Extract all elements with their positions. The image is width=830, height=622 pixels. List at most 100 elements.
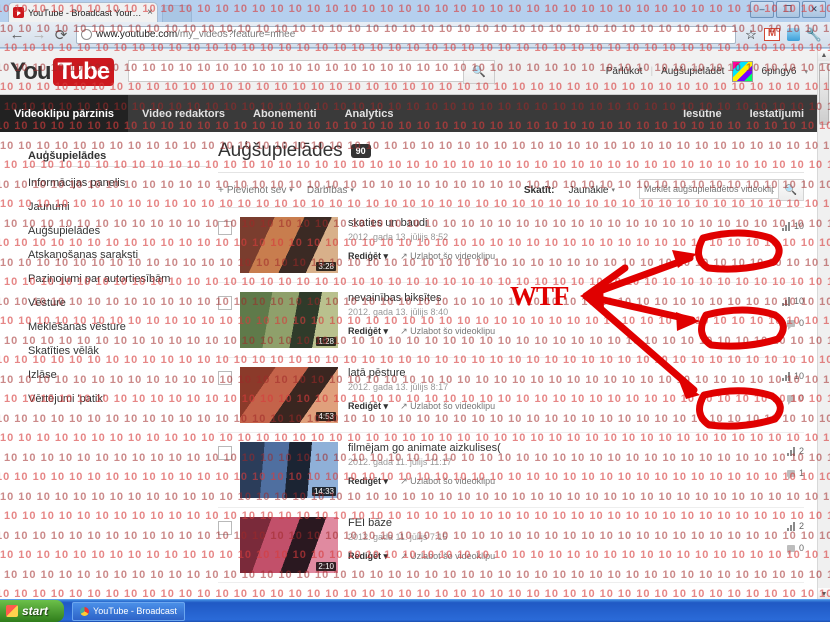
comments-stat[interactable]: 0	[786, 393, 804, 405]
bookmark-star-icon[interactable]: ☆	[741, 25, 761, 45]
add-to-button[interactable]: + Pievienot sev ▾	[218, 185, 293, 196]
views-count: 10	[793, 221, 804, 231]
view-select[interactable]: Jaunākie ▾	[568, 185, 615, 196]
row-checkbox[interactable]	[218, 221, 232, 235]
sidebar-item-dashboard[interactable]: Informācijas panelis	[28, 171, 218, 195]
start-button[interactable]: start	[0, 600, 65, 622]
edit-button[interactable]: Rediģēt ▾	[348, 476, 388, 487]
enhance-button[interactable]: ↗ Uzlabot šo videoklipu	[400, 251, 495, 262]
edit-button[interactable]: Rediģēt ▾	[348, 401, 388, 412]
nav-item-settings[interactable]: Iestatījumi	[736, 95, 818, 132]
sidebar-item-favorites[interactable]: Izlāse	[28, 363, 218, 387]
masthead-divider: |	[650, 66, 654, 77]
row-checkbox[interactable]	[218, 521, 232, 535]
page-scrollbar[interactable]: ▲ ▼	[817, 49, 830, 600]
taskbar-item-youtube[interactable]: YouTube - Broadcast	[72, 601, 185, 621]
sidebar-item-label: Informācijas panelis	[28, 177, 126, 189]
reload-icon[interactable]: ⟳	[50, 24, 72, 46]
edit-button[interactable]: Rediģēt ▾	[348, 551, 388, 562]
nav-label: Videoklipu pārzinis	[14, 107, 115, 120]
site-search-input[interactable]	[128, 59, 464, 82]
table-row[interactable]: 2:10 FEI bāze 2012. gada 11. jūlijs 7:15…	[218, 508, 804, 583]
scrollbar-thumb[interactable]	[819, 63, 829, 125]
gmail-extension-icon[interactable]: M	[762, 25, 782, 45]
video-title[interactable]: latā pēsture	[348, 367, 708, 379]
address-bar[interactable]: www.youtube.com/my_videos?feature=mhee	[76, 25, 736, 44]
enhance-button[interactable]: ↗ Uzlabot šo videoklipu	[400, 401, 495, 412]
tab-close-icon[interactable]: ×	[147, 7, 153, 18]
youtube-logo[interactable]: You Tube	[10, 57, 115, 86]
video-title[interactable]: FEI bāze	[348, 517, 708, 529]
list-search-input[interactable]	[639, 179, 779, 199]
actions-button[interactable]: Darbības ▾	[307, 185, 354, 196]
chevron-down-icon[interactable]: ▾	[804, 68, 808, 76]
enhance-button[interactable]: ↗ Uzlabot šo videoklipu	[400, 326, 495, 337]
content-area: Auģšupielādes 90 + Pievienot sev ▾ Darbī…	[218, 132, 818, 600]
comment-icon	[786, 469, 795, 480]
views-stat[interactable]: 2	[786, 521, 804, 531]
row-checkbox[interactable]	[218, 371, 232, 385]
chevron-down-icon: ▾	[611, 187, 615, 194]
edit-button[interactable]: Rediģēt ▾	[348, 326, 388, 337]
forward-icon[interactable]: →	[28, 24, 50, 46]
edit-button[interactable]: Rediģēt ▾	[348, 251, 388, 262]
sidebar-item-copyright-notices[interactable]: Paziņojumi par autortiesībām	[28, 267, 218, 291]
sidebar-item-watch-later[interactable]: Skatīties vēlāk	[28, 339, 218, 363]
comments-count: 0	[798, 318, 804, 328]
comments-stat[interactable]: 1	[786, 468, 804, 480]
extension-icon[interactable]	[783, 25, 803, 45]
site-search-button[interactable]: 🔍	[463, 59, 496, 84]
sidebar-item-search-history[interactable]: Meklēšanas vēsture	[28, 315, 218, 339]
sidebar-item-likes[interactable]: Vērtējumi 'patik'	[28, 387, 218, 411]
video-thumbnail[interactable]: 14:33	[240, 442, 338, 498]
views-stat[interactable]: 2	[786, 446, 804, 456]
username-label[interactable]: 6pingy6	[761, 66, 796, 77]
views-stat[interactable]: 10	[781, 221, 804, 231]
comments-stat[interactable]: 0	[786, 543, 804, 555]
video-title[interactable]: filmējam go animate aizkulises(	[348, 442, 708, 454]
page-viewport: You Tube 🔍 Pārlūkot | Auģšupielādēt 6pin…	[0, 49, 830, 600]
row-checkbox[interactable]	[218, 446, 232, 460]
comments-stat[interactable]: 0	[786, 318, 804, 330]
enhance-button[interactable]: ↗ Uzlabot šo videoklipu	[400, 551, 495, 562]
nav-item-video-manager[interactable]: Videoklipu pārzinis	[0, 95, 129, 132]
nav-item-subscriptions[interactable]: Abonementi	[239, 95, 331, 132]
sidebar-item-playlists[interactable]: Atskaņošanas saraksti	[28, 243, 218, 267]
video-thumbnail[interactable]: 3:28	[240, 217, 338, 273]
upload-link[interactable]: Auģšupielādēt	[661, 66, 724, 77]
minimize-button[interactable]: –	[750, 1, 774, 18]
new-tab-button[interactable]	[162, 5, 192, 23]
enhance-button[interactable]: ↗ Uzlabot šo videoklipu	[400, 476, 495, 487]
browser-tab-youtube[interactable]: YouTube - Broadcast Yourself ×	[8, 2, 158, 22]
views-stat[interactable]: 10	[781, 296, 804, 306]
close-window-button[interactable]: ✕	[802, 1, 826, 18]
views-stat[interactable]: 10	[781, 371, 804, 381]
table-row[interactable]: 14:33 filmējam go animate aizkulises( 20…	[218, 433, 804, 508]
nav-item-inbox[interactable]: Iesūtne	[669, 95, 736, 132]
video-thumbnail[interactable]: 2:10	[240, 517, 338, 573]
video-thumbnail[interactable]: 1:28	[240, 292, 338, 348]
sidebar-item-history[interactable]: Vēsture	[28, 291, 218, 315]
row-checkbox[interactable]	[218, 296, 232, 310]
bar-chart-icon	[786, 521, 795, 531]
nav-item-analytics[interactable]: Analytics	[331, 95, 408, 132]
wrench-menu-icon[interactable]: 🔧	[804, 25, 824, 45]
table-row[interactable]: 3:28 skaties un baudi 2012. gada 13. jūl…	[218, 208, 804, 283]
video-meta: latā pēsture 2012. gada 13. jūlijs 8:17 …	[338, 367, 708, 423]
maximize-button[interactable]: ❐	[776, 1, 800, 18]
video-title[interactable]: skaties un baudi	[348, 217, 708, 229]
scroll-up-icon[interactable]: ▲	[818, 49, 830, 61]
nav-label: Iesūtne	[683, 107, 722, 120]
sidebar-item-uploads[interactable]: Auģšupielādes	[28, 219, 218, 243]
avatar[interactable]	[732, 61, 754, 82]
sidebar-item-news[interactable]: Jaunumi	[28, 195, 218, 219]
browse-link[interactable]: Pārlūkot	[606, 66, 643, 77]
sidebar: Auģšupielādes Informācijas panelis Jaunu…	[0, 132, 218, 600]
table-row[interactable]: 4:53 latā pēsture 2012. gada 13. jūlijs …	[218, 358, 804, 433]
back-icon[interactable]: ←	[6, 24, 28, 46]
list-search-button[interactable]: 🔍	[779, 179, 804, 201]
add-to-label: Pievienot sev	[226, 184, 287, 196]
nav-item-video-editor[interactable]: Video redaktors	[128, 95, 239, 132]
comment-icon	[786, 394, 795, 405]
video-thumbnail[interactable]: 4:53	[240, 367, 338, 423]
